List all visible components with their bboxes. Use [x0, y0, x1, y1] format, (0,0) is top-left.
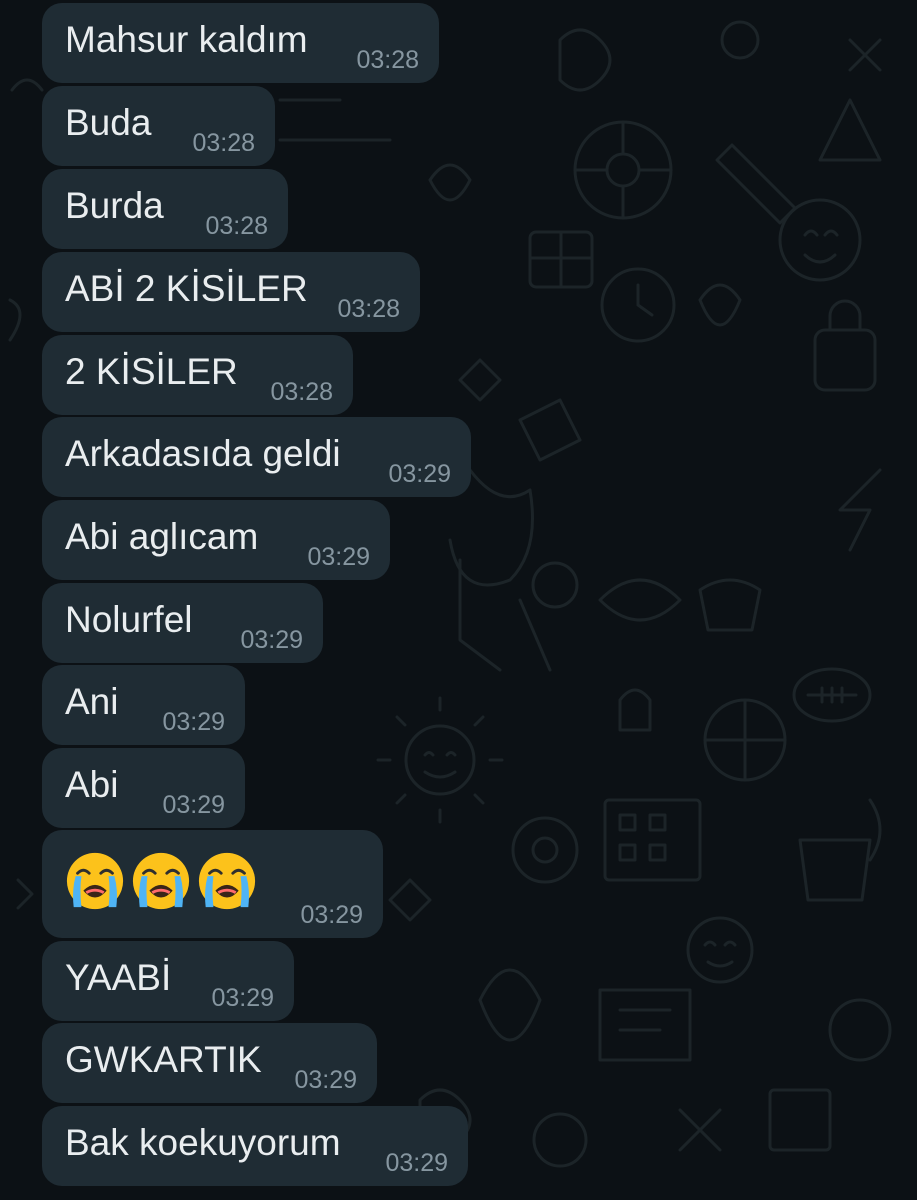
message-timestamp: 03:29	[162, 708, 225, 736]
loudly-crying-face-icon	[198, 852, 256, 910]
message-bubble[interactable]: Nolurfel 03:29	[42, 583, 323, 663]
message-text: Arkadasıda geldi	[65, 433, 341, 474]
message-timestamp: 03:29	[307, 543, 370, 571]
message-text: Nolurfel	[65, 599, 193, 640]
message-timestamp: 03:29	[211, 984, 274, 1012]
message-timestamp: 03:29	[300, 901, 363, 929]
message-bubble[interactable]: Abi 03:29	[42, 748, 245, 828]
message-bubble[interactable]: Mahsur kaldım 03:28	[42, 3, 439, 83]
message-timestamp: 03:28	[356, 46, 419, 74]
message-text: GWKARTIK	[65, 1039, 262, 1080]
loudly-crying-face-icon	[66, 852, 124, 910]
message-timestamp: 03:28	[192, 129, 255, 157]
message-text: 2 KİSİLER	[65, 351, 238, 392]
message-text: Mahsur kaldım	[65, 19, 308, 60]
message-bubble[interactable]: ABİ 2 KİSİLER 03:28	[42, 252, 420, 332]
message-timestamp: 03:29	[294, 1066, 357, 1094]
message-text: Abi	[65, 764, 119, 805]
message-timestamp: 03:29	[385, 1149, 448, 1177]
message-text: Abi aglıcam	[65, 516, 259, 557]
message-bubble[interactable]: Ani 03:29	[42, 665, 245, 745]
message-timestamp: 03:28	[205, 212, 268, 240]
emoji-row	[64, 850, 258, 912]
message-bubble[interactable]: Abi aglıcam 03:29	[42, 500, 390, 580]
message-bubble[interactable]: GWKARTIK 03:29	[42, 1023, 377, 1103]
message-timestamp: 03:28	[337, 295, 400, 323]
chat-message-list[interactable]: Mahsur kaldım 03:28 Buda 03:28 Burda 03:…	[0, 0, 917, 1200]
loudly-crying-face-icon	[132, 852, 190, 910]
message-text: Burda	[65, 185, 164, 226]
message-bubble[interactable]: 2 KİSİLER 03:28	[42, 335, 353, 415]
message-bubble-emoji[interactable]: 03:29	[42, 830, 383, 938]
message-text: ABİ 2 KİSİLER	[65, 268, 308, 309]
message-bubble[interactable]: Bak koekuyorum 03:29	[42, 1106, 468, 1186]
message-text: Ani	[65, 681, 119, 722]
message-bubble[interactable]: Arkadasıda geldi 03:29	[42, 417, 471, 497]
message-text: Bak koekuyorum	[65, 1122, 341, 1163]
message-timestamp: 03:29	[240, 626, 303, 654]
message-text: Buda	[65, 102, 152, 143]
message-bubble[interactable]: Burda 03:28	[42, 169, 288, 249]
message-timestamp: 03:29	[388, 460, 451, 488]
message-timestamp: 03:29	[162, 791, 225, 819]
message-text: YAABİ	[65, 957, 172, 998]
message-timestamp: 03:28	[270, 378, 333, 406]
message-bubble[interactable]: Buda 03:28	[42, 86, 275, 166]
message-bubble[interactable]: YAABİ 03:29	[42, 941, 294, 1021]
